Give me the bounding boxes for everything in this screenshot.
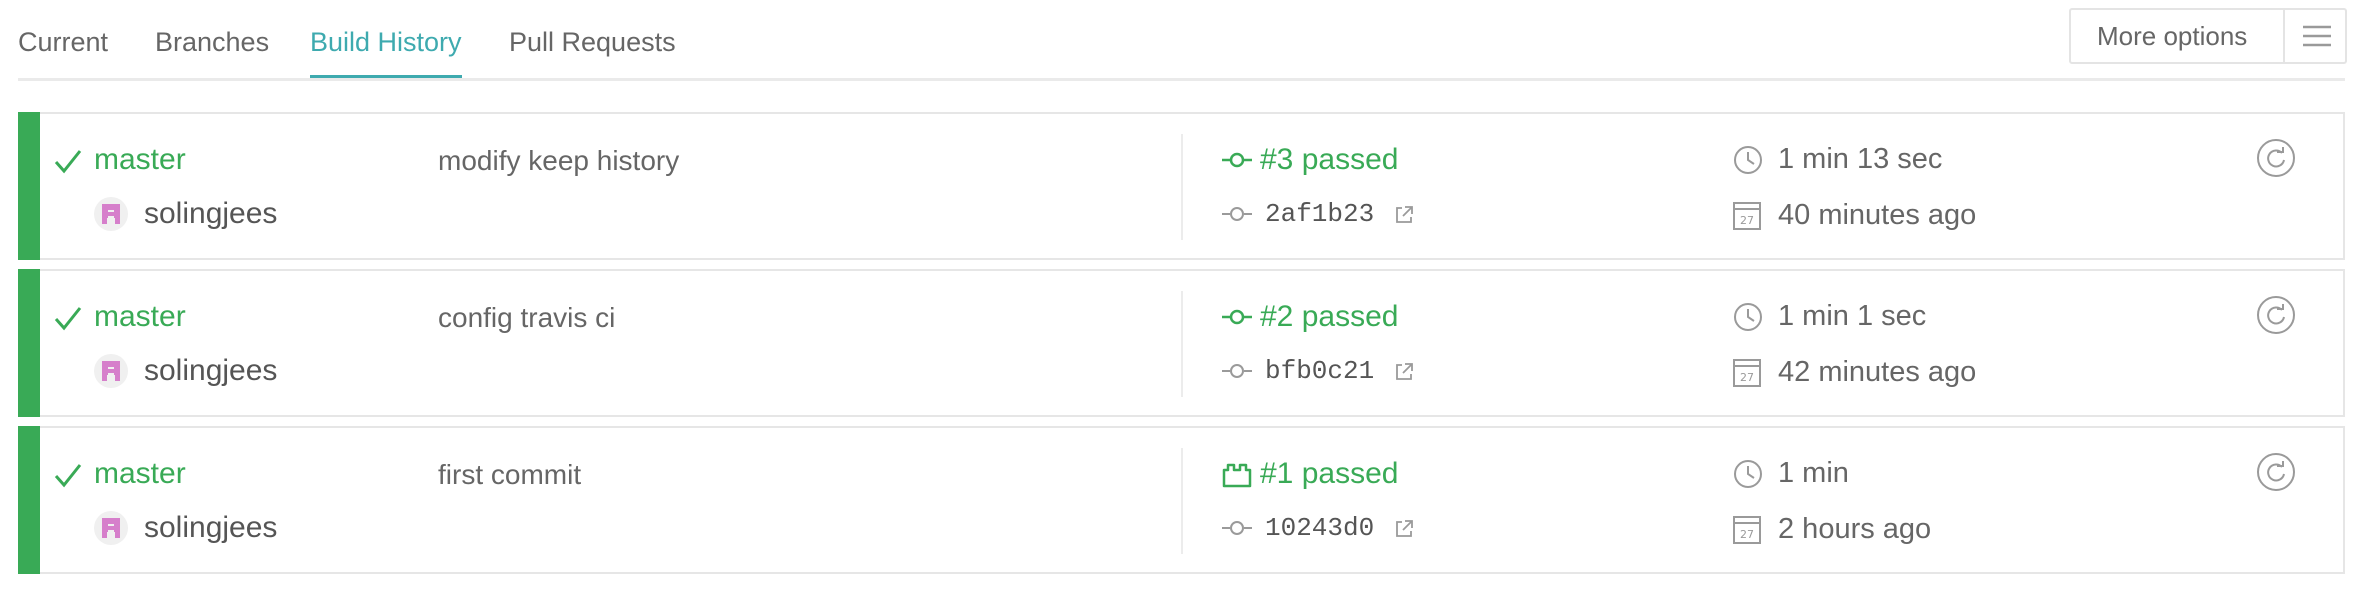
calendar-icon: 27 — [1732, 199, 1762, 231]
svg-text:27: 27 — [1740, 371, 1754, 384]
restart-icon[interactable] — [2256, 138, 2296, 178]
more-options-divider — [2283, 10, 2285, 62]
commit-icon — [1221, 359, 1253, 383]
calendar-icon: 27 — [1732, 513, 1762, 545]
external-link-icon[interactable] — [1394, 205, 1414, 225]
build-duration: 1 min 1 sec — [1778, 300, 1927, 332]
commit-icon — [1221, 516, 1253, 540]
build-duration: 1 min 13 sec — [1778, 143, 1943, 175]
tab-build-history[interactable]: Build History — [310, 22, 462, 78]
branch-name[interactable]: master — [94, 299, 186, 335]
commit-sha[interactable]: bfb0c21 — [1265, 353, 1374, 389]
commit-icon — [1221, 202, 1253, 226]
row-divider — [1181, 291, 1183, 397]
branch-name[interactable]: master — [94, 142, 186, 178]
restart-icon[interactable] — [2256, 452, 2296, 492]
menu-icon[interactable] — [2289, 10, 2345, 62]
tab-pull-requests[interactable]: Pull Requests — [509, 22, 676, 78]
external-link-icon[interactable] — [1394, 362, 1414, 382]
finished-time: 2 hours ago — [1778, 513, 1932, 545]
avatar — [94, 511, 128, 545]
commit-push-icon — [1221, 144, 1253, 176]
status-stripe — [18, 269, 40, 417]
build-row[interactable]: master solingjees first commit #1 passed — [18, 426, 2345, 574]
commit-push-icon — [1221, 301, 1253, 333]
restart-icon[interactable] — [2256, 295, 2296, 335]
build-number[interactable]: #1 passed — [1260, 456, 1398, 492]
tab-branches[interactable]: Branches — [155, 22, 269, 78]
clock-icon — [1732, 458, 1764, 490]
more-options-label: More options — [2097, 21, 2248, 51]
svg-text:27: 27 — [1740, 528, 1754, 541]
calendar-icon: 27 — [1732, 356, 1762, 388]
finished-time: 40 minutes ago — [1778, 199, 1977, 231]
commit-sha[interactable]: 2af1b23 — [1265, 196, 1374, 232]
build-number[interactable]: #3 passed — [1260, 142, 1398, 178]
row-divider — [1181, 448, 1183, 554]
author-name: solingjees — [144, 354, 278, 387]
branch-name[interactable]: master — [94, 456, 186, 492]
commit-message: modify keep history — [438, 145, 680, 176]
finished-time: 42 minutes ago — [1778, 356, 1977, 388]
build-row[interactable]: master solingjees config travis ci #2 pa… — [18, 269, 2345, 417]
check-icon — [53, 146, 83, 176]
build-duration: 1 min — [1778, 457, 1849, 489]
status-stripe — [18, 112, 40, 260]
svg-text:27: 27 — [1740, 214, 1754, 227]
commit-message: config travis ci — [438, 302, 616, 333]
commit-message: first commit — [438, 459, 582, 490]
commit-sha[interactable]: 10243d0 — [1265, 510, 1374, 546]
author-name: solingjees — [144, 511, 278, 544]
avatar — [94, 197, 128, 231]
avatar — [94, 354, 128, 388]
check-icon — [53, 303, 83, 333]
tab-current[interactable]: Current — [18, 22, 108, 78]
build-tabs: Current Branches Build History Pull Requ… — [18, 0, 2345, 81]
more-options-button[interactable]: More options — [2069, 8, 2347, 64]
status-stripe — [18, 426, 40, 574]
external-link-icon[interactable] — [1394, 519, 1414, 539]
build-number[interactable]: #2 passed — [1260, 299, 1398, 335]
clock-icon — [1732, 301, 1764, 333]
clock-icon — [1732, 144, 1764, 176]
build-row[interactable]: master solingjees modify keep history #3… — [18, 112, 2345, 260]
lego-build-icon — [1221, 458, 1253, 490]
author-name: solingjees — [144, 197, 278, 230]
row-divider — [1181, 134, 1183, 240]
check-icon — [53, 460, 83, 490]
